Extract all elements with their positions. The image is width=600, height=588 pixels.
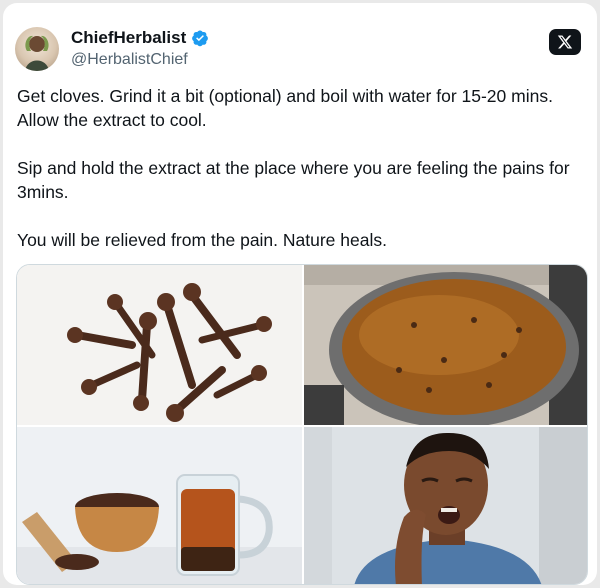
tweet-card: ChiefHerbalist @HerbalistChief Get clove… (3, 3, 597, 585)
tweet-text: Get cloves. Grind it a bit (optional) an… (17, 84, 589, 252)
media-image-pot-extract[interactable] (304, 265, 587, 425)
media-image-bowl-and-mug[interactable] (17, 427, 302, 584)
tweet-paragraph: You will be relieved from the pain. Natu… (17, 230, 387, 250)
display-name[interactable]: ChiefHerbalist (71, 28, 186, 48)
x-logo-icon[interactable] (549, 29, 581, 55)
avatar[interactable] (15, 27, 59, 71)
tweet-header: ChiefHerbalist @HerbalistChief (15, 27, 585, 73)
tweet-paragraph: Get cloves. Grind it a bit (optional) an… (17, 86, 553, 130)
verified-badge-icon (191, 29, 209, 47)
tweet-paragraph: Sip and hold the extract at the place wh… (17, 158, 570, 202)
author-handle[interactable]: @HerbalistChief (71, 51, 188, 69)
media-image-cloves[interactable] (17, 265, 302, 425)
avatar-icon (25, 35, 49, 71)
name-row: ChiefHerbalist (71, 28, 209, 48)
media-grid (16, 264, 588, 585)
media-image-toothache-man[interactable] (304, 427, 587, 584)
